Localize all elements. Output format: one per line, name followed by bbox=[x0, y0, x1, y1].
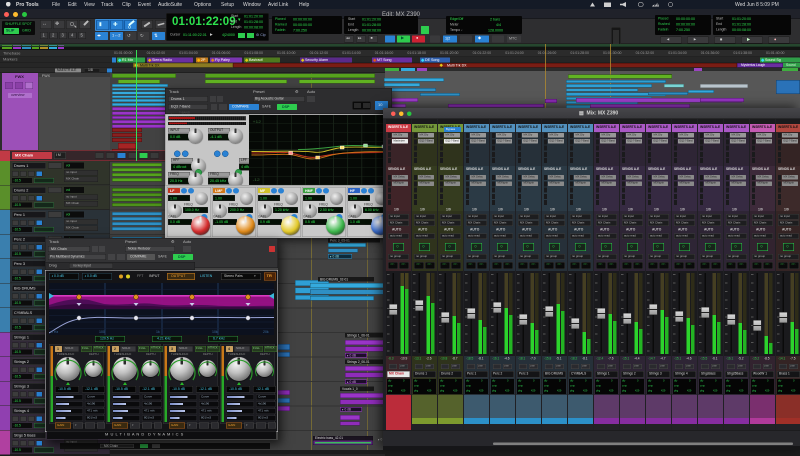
svg-text:1k: 1k bbox=[156, 330, 160, 334]
svg-text:20k: 20k bbox=[263, 330, 269, 334]
svg-text:+12: +12 bbox=[253, 119, 262, 123]
svg-text:10k: 10k bbox=[212, 330, 218, 334]
svg-text:0 Hz: 0 Hz bbox=[51, 330, 58, 334]
svg-text:-12: -12 bbox=[253, 177, 261, 181]
svg-text:100: 100 bbox=[99, 330, 105, 334]
